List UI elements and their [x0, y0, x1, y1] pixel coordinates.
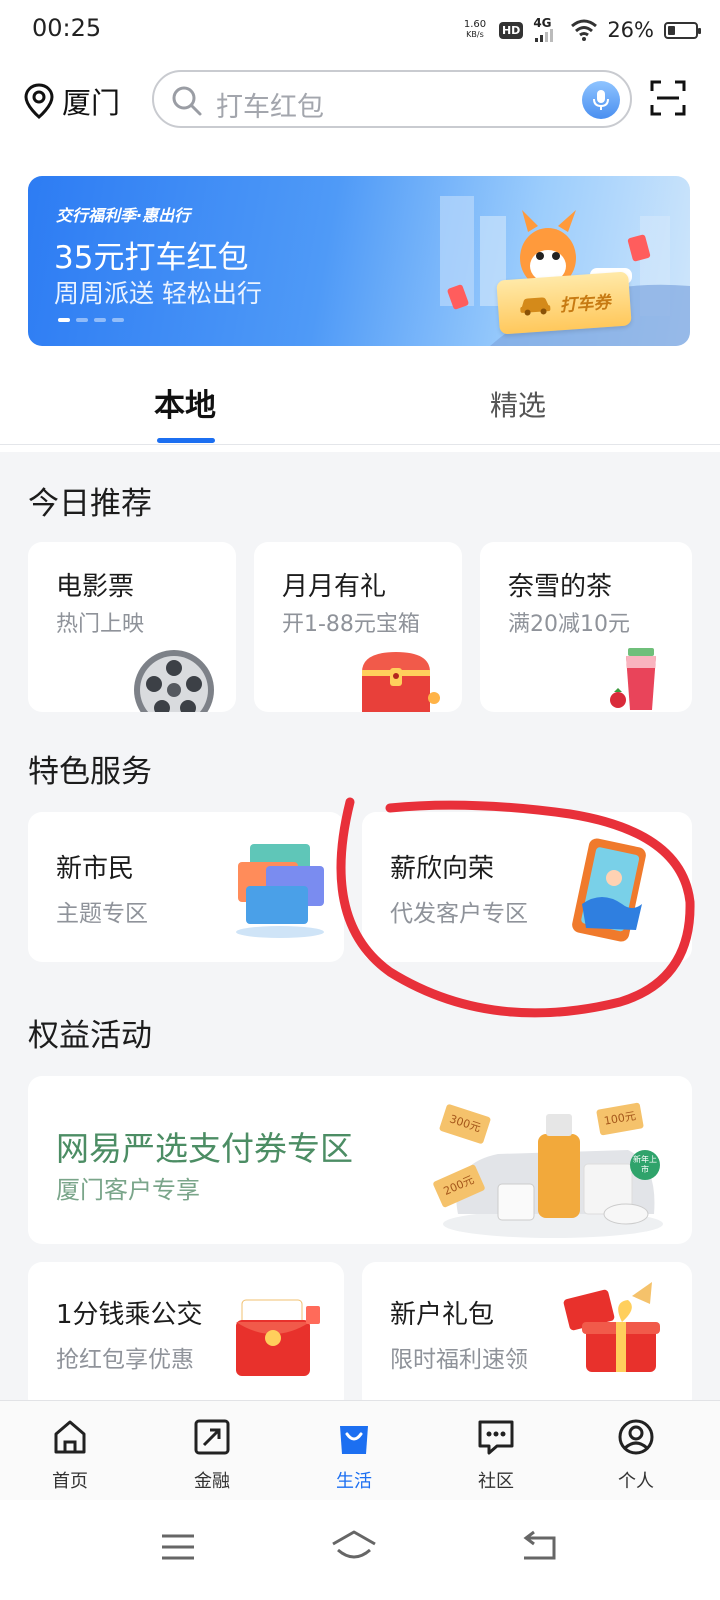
pager-dot [112, 318, 124, 322]
nav-profile[interactable]: 个人 [586, 1415, 686, 1495]
card-movie-tickets[interactable]: 电影票 热门上映 [28, 542, 236, 712]
pager-dot [94, 318, 106, 322]
pager-dot [76, 318, 88, 322]
search-bar[interactable]: 打车红包 [152, 70, 632, 128]
home-gesture-icon[interactable] [330, 1528, 378, 1564]
banner-pager [58, 318, 124, 322]
network-speed: 1.60 KB/s [463, 19, 487, 40]
content-tabs: 本地 精选 [0, 380, 720, 444]
car-icon [519, 297, 550, 316]
menu-icon[interactable] [160, 1532, 196, 1562]
search-icon [172, 86, 202, 116]
user-icon [618, 1419, 654, 1455]
system-navigation-bar [0, 1500, 720, 1600]
battery-level [668, 25, 675, 35]
previous-card-edge [28, 140, 692, 152]
cards-stack-icon [236, 844, 324, 938]
tab-local[interactable]: 本地 [154, 380, 216, 425]
home-icon [54, 1420, 86, 1454]
taxi-coupon: 打车券 [496, 271, 632, 335]
section-title-benefits: 权益活动 [28, 1018, 152, 1054]
section-title-today: 今日推荐 [28, 486, 152, 522]
chat-icon [478, 1420, 514, 1455]
promo-banner[interactable]: 交行福利季·惠出行 35元打车红包 周周派送 轻松出行 打车券 [28, 176, 690, 346]
battery-icon [664, 21, 701, 39]
red-envelope-icon [236, 1299, 320, 1376]
benefit-main-subtitle: 厦门客户专享 [56, 1176, 200, 1204]
tab-active-indicator [157, 438, 215, 443]
benefit-main-title: 网易严选支付券专区 [56, 1129, 353, 1168]
tab-featured[interactable]: 精选 [490, 384, 546, 424]
card-monthly-gift[interactable]: 月月有礼 开1-88元宝箱 [254, 542, 462, 712]
banner-subtitle: 周周派送 轻松出行 [54, 279, 262, 308]
location-pin-icon [24, 83, 54, 119]
tea-cup-icon [610, 648, 656, 710]
signal-icon: 4G [533, 16, 561, 42]
top-header: 厦门 打车红包 [0, 58, 720, 140]
treasure-chest-icon [362, 652, 440, 712]
card-new-user-gift[interactable]: 新户礼包 限时福利速领 [362, 1262, 692, 1400]
life-bag-icon [340, 1426, 368, 1454]
film-reel-icon [134, 650, 214, 712]
card-netease-coupon-zone[interactable]: 网易严选支付券专区 厦门客户专享 300元 200元 100元 新年上市 [28, 1076, 692, 1244]
status-icons: 1.60 KB/s HD 4G 26% [461, 16, 701, 44]
nav-community[interactable]: 社区 [446, 1415, 546, 1495]
new-arrival-badge: 新年上市 [630, 1150, 660, 1180]
status-bar: 00:25 1.60 KB/s HD 4G 26% [0, 0, 720, 58]
banner-title: 35元打车红包 [54, 240, 249, 276]
city-selector[interactable]: 厦门 [22, 80, 120, 122]
back-icon[interactable] [520, 1530, 558, 1562]
highlight-circle-annotation [336, 797, 695, 1018]
nav-finance[interactable]: 金融 [162, 1415, 262, 1495]
bottom-navigation: 首页 金融 生活 社区 个人 [0, 1400, 720, 1500]
card-one-cent-bus[interactable]: 1分钱乘公交 抢红包享优惠 [28, 1262, 344, 1400]
pager-dot [58, 318, 70, 322]
voice-search-button[interactable] [582, 81, 620, 119]
hd-icon: HD [498, 21, 524, 39]
microphone-icon [593, 90, 609, 110]
nav-home[interactable]: 首页 [20, 1415, 120, 1495]
card-new-citizen[interactable]: 新市民 主题专区 [28, 812, 344, 962]
gift-box-icon [563, 1282, 660, 1372]
battery-percent: 26% [607, 18, 654, 42]
card-nayuki-tea[interactable]: 奈雪的茶 满20减10元 [480, 542, 692, 712]
main-content: 交行福利季·惠出行 35元打车红包 周周派送 轻松出行 打车券 本地 精选 今日… [0, 140, 720, 1400]
status-time: 00:25 [32, 14, 102, 42]
search-placeholder: 打车红包 [216, 92, 324, 123]
finance-icon [194, 1419, 230, 1455]
section-title-features: 特色服务 [28, 754, 152, 790]
wifi-icon [571, 19, 598, 41]
city-name: 厦门 [62, 86, 121, 120]
nav-life[interactable]: 生活 [304, 1415, 404, 1495]
banner-tag: 交行福利季·惠出行 [56, 206, 191, 225]
scan-icon[interactable] [650, 80, 686, 116]
